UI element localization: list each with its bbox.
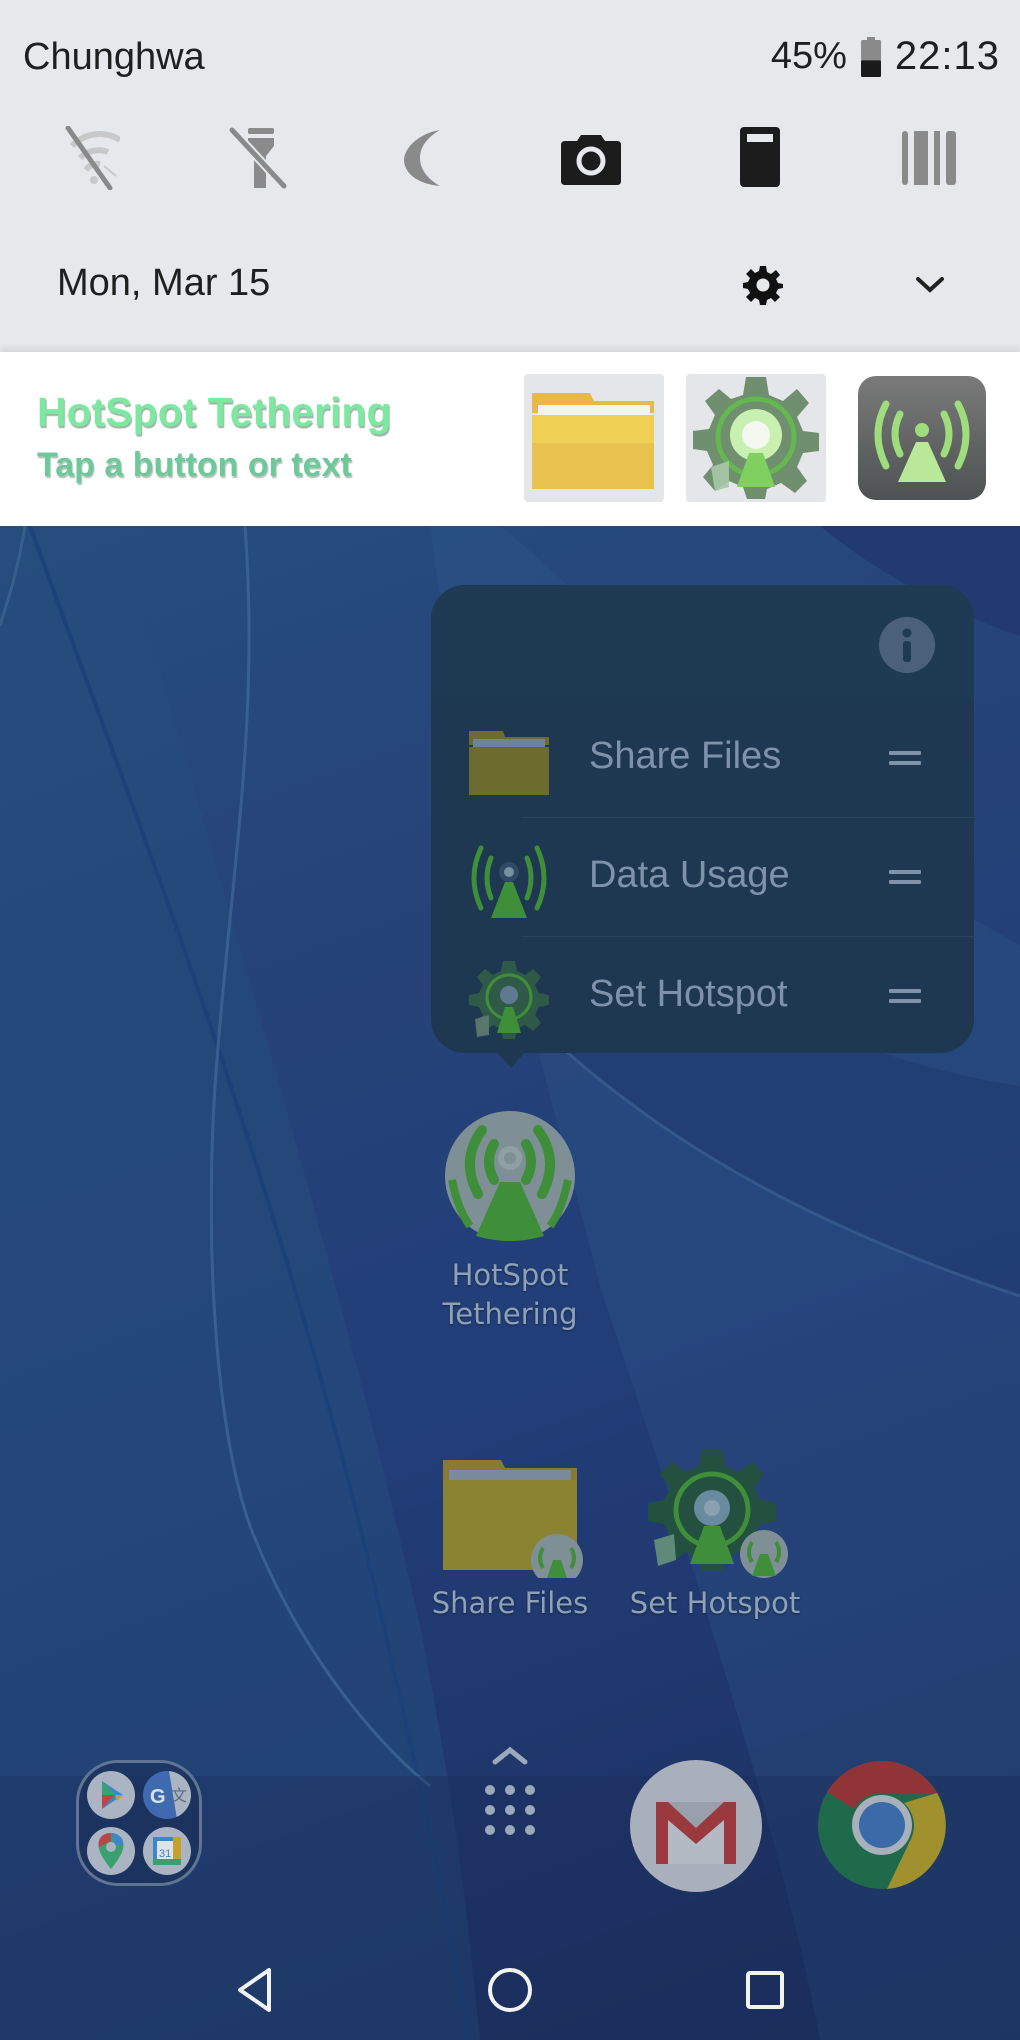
gmail-icon: [656, 1802, 736, 1864]
moon-icon: [404, 130, 440, 186]
app-hotspot-tethering[interactable]: HotSpot Tethering: [420, 1110, 600, 1334]
navigation-bar: [0, 1930, 1020, 2040]
play-store-icon: [87, 1771, 135, 1819]
expand-shade-button[interactable]: [905, 260, 955, 310]
app-info-button[interactable]: [879, 617, 935, 673]
share-files-app-icon: [443, 1460, 583, 1578]
dock-google-folder[interactable]: G文 31: [76, 1760, 202, 1886]
maps-icon: [87, 1827, 135, 1875]
camera-icon: [561, 135, 621, 185]
shortcut-share-files[interactable]: Share Files: [431, 699, 974, 818]
battery-percentage: 45%: [770, 35, 847, 77]
app-label: Share Files: [431, 1586, 589, 1620]
calendar-day: 31: [159, 1848, 171, 1860]
hotspot-tethering-app-icon: [445, 1111, 575, 1241]
back-icon: [238, 1968, 271, 2012]
home-icon: [488, 1968, 532, 2012]
svg-text:G: G: [150, 1786, 166, 1808]
notification-data-usage-button[interactable]: [852, 374, 992, 502]
battery-icon: [860, 36, 881, 77]
info-icon: [902, 628, 912, 662]
wifi-off-icon: [65, 126, 120, 190]
shortcut-label: Set Hotspot: [589, 973, 788, 1015]
chrome-icon: [818, 1760, 946, 1889]
notification-shade: Chunghwa 45% 22:13 Mon, Mar 15: [0, 0, 1020, 352]
hotspot-notification[interactable]: HotSpot Tethering Tap a button or text: [0, 352, 1020, 526]
app-label: Tethering: [442, 1297, 578, 1331]
notification-subtitle[interactable]: Tap a button or text: [37, 446, 352, 485]
drag-handle-icon[interactable]: [889, 870, 921, 884]
battery-level-fill: [860, 59, 881, 77]
drag-handle-icon[interactable]: [889, 989, 921, 1003]
qs-flashlight-tile[interactable]: [218, 118, 298, 198]
app-drawer-button[interactable]: [470, 1740, 550, 1860]
folder-icon: [532, 393, 654, 489]
nav-back-button[interactable]: [215, 1950, 295, 2030]
nav-home-button[interactable]: [470, 1950, 550, 2030]
shade-date-row: Mon, Mar 15: [0, 250, 1020, 320]
hotspot-settings-icon: [469, 961, 549, 1039]
qs-clipboard-tile[interactable]: [720, 118, 800, 198]
dock-gmail[interactable]: [630, 1760, 762, 1892]
folder-icon: [469, 731, 549, 795]
hotspot-icon: [471, 845, 547, 918]
app-drawer-icon: [485, 1746, 535, 1835]
shortcut-set-hotspot[interactable]: Set Hotspot: [431, 937, 974, 1053]
qs-wifi-tile[interactable]: [50, 118, 130, 198]
app-share-files[interactable]: Share Files: [420, 1448, 600, 1623]
hotspot-settings-icon: [693, 377, 819, 499]
shortcut-label: Data Usage: [589, 854, 790, 896]
chevron-down-icon: [916, 277, 944, 293]
calendar-icon: 31: [143, 1827, 191, 1875]
shortcut-data-usage[interactable]: Data Usage: [431, 818, 974, 937]
flashlight-off-icon: [228, 126, 288, 190]
shortcut-label: Share Files: [589, 735, 782, 777]
carrier-name: Chunghwa: [23, 36, 205, 78]
dock-chrome[interactable]: [817, 1760, 947, 1890]
gear-icon: [743, 266, 783, 305]
app-label: Set Hotspot: [629, 1586, 801, 1620]
recents-icon: [746, 1971, 784, 2009]
qs-barcode-tile[interactable]: [889, 118, 969, 198]
date-text[interactable]: Mon, Mar 15: [57, 262, 270, 305]
set-hotspot-app-icon: [648, 1450, 788, 1578]
qs-camera-tile[interactable]: [551, 118, 631, 198]
clock: 22:13: [894, 34, 1000, 78]
quick-settings-row: [0, 118, 1020, 198]
notification-set-hotspot-button[interactable]: [686, 374, 826, 502]
status-right: 45% 22:13: [771, 34, 1000, 79]
settings-button[interactable]: [738, 260, 788, 310]
shortcut-list: Share Files Data Usage Set Hotspot: [431, 699, 974, 1053]
notification-title[interactable]: HotSpot Tethering: [37, 389, 392, 436]
svg-text:文: 文: [171, 1786, 187, 1805]
app-shortcuts-popup: Share Files Data Usage Set Hotspot: [431, 585, 974, 1053]
qs-dnd-tile[interactable]: [385, 118, 465, 198]
barcode-icon: [902, 131, 956, 185]
nav-recents-button[interactable]: [725, 1950, 805, 2030]
popup-header: [431, 585, 974, 699]
translate-icon: G文: [143, 1771, 191, 1819]
notification-share-files-button[interactable]: [524, 374, 664, 502]
hotspot-icon: [858, 376, 986, 500]
app-set-hotspot[interactable]: Set Hotspot: [620, 1448, 810, 1623]
status-bar: Chunghwa 45% 22:13: [0, 0, 1020, 115]
clipboard-icon: [740, 127, 780, 187]
popup-pointer: [497, 1052, 525, 1068]
drag-handle-icon[interactable]: [889, 751, 921, 765]
app-label: HotSpot: [451, 1258, 569, 1292]
